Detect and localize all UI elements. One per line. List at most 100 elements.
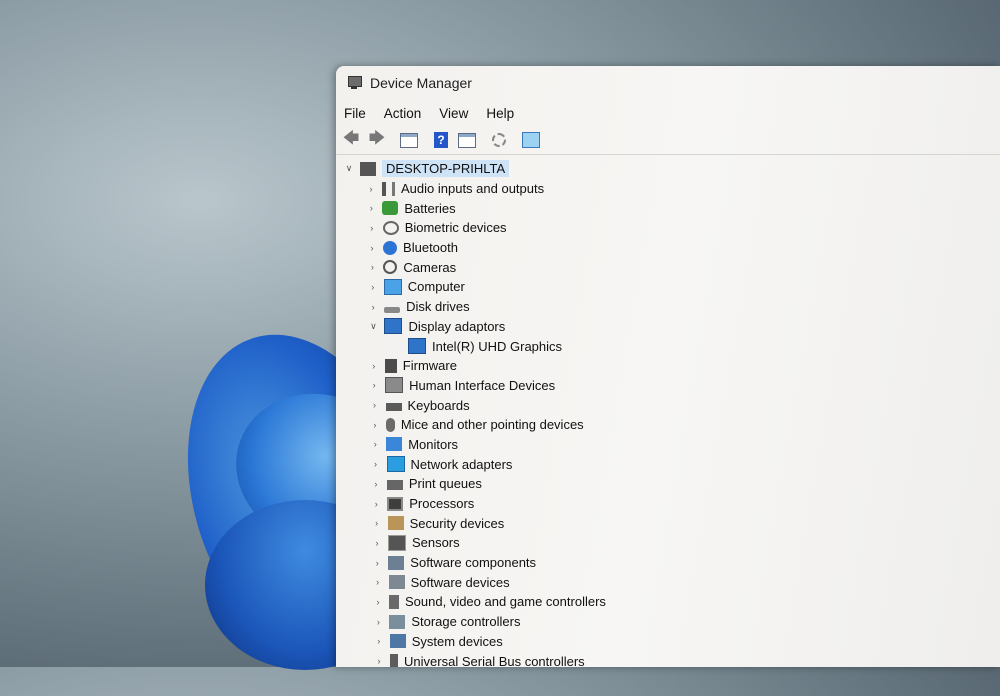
chevron-right-icon[interactable]: ›	[371, 479, 381, 489]
tree-category[interactable]: › Universal Serial Bus controllers	[336, 651, 1000, 667]
tree-category[interactable]: › Software devices	[336, 572, 1000, 592]
tree-category[interactable]: › Disk drives	[336, 297, 1000, 317]
chevron-right-icon[interactable]: ›	[368, 302, 378, 312]
tree-category[interactable]: › Sound, video and game controllers	[336, 592, 1000, 612]
chevron-right-icon[interactable]: ›	[366, 184, 376, 194]
tree-category[interactable]: › Mice and other pointing devices	[336, 415, 1000, 435]
chevron-right-icon[interactable]: ›	[369, 380, 379, 390]
help-button[interactable]: ?	[430, 130, 452, 150]
back-arrow-icon[interactable]: 🡄	[340, 130, 362, 150]
tree-category[interactable]: › Software components	[336, 553, 1000, 573]
fingerprint-icon	[382, 220, 399, 235]
speaker-icon	[382, 181, 395, 196]
software-device-icon	[388, 575, 405, 590]
menu-bar: File Action View Help	[336, 100, 1000, 126]
camera-icon	[383, 260, 398, 275]
tree-category[interactable]: › Firmware	[336, 356, 1000, 376]
scan-hardware-button[interactable]	[488, 130, 510, 150]
menu-help[interactable]: Help	[486, 106, 514, 121]
chevron-right-icon[interactable]: ›	[374, 656, 384, 666]
chevron-right-icon[interactable]: ›	[372, 558, 382, 568]
chevron-right-icon[interactable]: ›	[370, 420, 380, 430]
monitor-icon	[522, 132, 540, 148]
category-label: Disk drives	[406, 299, 470, 315]
chevron-right-icon[interactable]: ›	[372, 518, 382, 528]
category-label: Sensors	[411, 535, 460, 551]
sound-icon	[389, 594, 399, 609]
tree-category[interactable]: ∨ Display adaptors	[336, 317, 1000, 337]
root-label: DESKTOP-PRIHLTA	[382, 160, 510, 178]
firmware-icon	[384, 358, 397, 373]
chevron-right-icon[interactable]: ›	[370, 439, 380, 449]
window-title: Device Manager	[370, 75, 472, 91]
tree-category[interactable]: › Print queues	[336, 474, 1000, 494]
bluetooth-icon	[383, 240, 398, 255]
chevron-right-icon[interactable]: ›	[366, 203, 376, 213]
tree-category[interactable]: › Cameras	[336, 257, 1000, 277]
system-icon	[389, 634, 406, 649]
display-adapter-icon	[384, 318, 403, 335]
category-label: Human Interface Devices	[409, 377, 556, 393]
properties-button[interactable]	[398, 130, 420, 150]
tree-category[interactable]: › System devices	[336, 632, 1000, 652]
chevron-right-icon[interactable]: ›	[371, 459, 381, 469]
usb-icon	[390, 654, 399, 667]
chevron-right-icon[interactable]: ›	[367, 243, 377, 253]
update-driver-icon	[458, 132, 476, 148]
computer-icon	[360, 161, 376, 176]
update-driver-button[interactable]	[456, 130, 478, 150]
chevron-down-icon[interactable]: ∨	[344, 163, 354, 174]
chevron-right-icon[interactable]: ›	[373, 617, 383, 627]
category-label: Mice and other pointing devices	[400, 417, 584, 433]
chevron-right-icon[interactable]: ›	[371, 499, 381, 509]
tree-category[interactable]: › Storage controllers	[336, 612, 1000, 632]
tree-category[interactable]: › Audio inputs and outputs	[336, 179, 1000, 199]
tree-category[interactable]: › Network adapters	[336, 454, 1000, 474]
processor-icon	[387, 496, 404, 511]
tree-category[interactable]: › Computer	[336, 277, 1000, 297]
chevron-right-icon[interactable]: ›	[373, 597, 383, 607]
tree-category[interactable]: › Keyboards	[336, 395, 1000, 415]
menu-action[interactable]: Action	[384, 106, 422, 121]
tree-category[interactable]: › Sensors	[336, 533, 1000, 553]
menu-view[interactable]: View	[439, 106, 468, 121]
chevron-right-icon[interactable]: ›	[373, 577, 383, 587]
chevron-right-icon[interactable]: ›	[369, 361, 379, 371]
tree-category[interactable]: › Human Interface Devices	[336, 376, 1000, 396]
gear-icon	[492, 133, 506, 147]
category-label: Bluetooth	[403, 240, 458, 256]
category-label: Firmware	[402, 358, 457, 374]
chevron-down-icon[interactable]: ∨	[368, 321, 378, 332]
properties-icon	[400, 132, 418, 148]
chevron-right-icon[interactable]: ›	[372, 538, 382, 548]
tree-category[interactable]: › Security devices	[336, 513, 1000, 533]
device-manager-icon	[346, 75, 362, 91]
chevron-right-icon[interactable]: ›	[367, 262, 377, 272]
chevron-right-icon[interactable]: ›	[367, 223, 377, 233]
menu-file[interactable]: File	[344, 106, 366, 121]
category-label: Monitors	[408, 436, 459, 452]
tree-category[interactable]: › Biometric devices	[336, 218, 1000, 238]
chevron-right-icon[interactable]: ›	[368, 282, 378, 292]
tree-category[interactable]: › Batteries	[336, 198, 1000, 218]
software-component-icon	[388, 555, 405, 570]
network-icon	[386, 456, 405, 473]
chevron-right-icon[interactable]: ›	[370, 400, 380, 410]
category-label: Software components	[410, 555, 537, 571]
tree-category[interactable]: › Processors	[336, 494, 1000, 514]
chevron-right-icon[interactable]: ›	[374, 636, 384, 646]
storage-icon	[389, 614, 406, 629]
security-icon	[387, 516, 404, 531]
title-bar[interactable]: Device Manager	[336, 66, 1000, 100]
tree-category[interactable]: › Bluetooth	[336, 238, 1000, 258]
category-label: Universal Serial Bus controllers	[404, 653, 585, 667]
tree-category[interactable]: › Monitors	[336, 435, 1000, 455]
category-label: Processors	[409, 496, 475, 512]
tree-root[interactable]: ∨ DESKTOP-PRIHLTA	[336, 159, 1000, 179]
category-label: Security devices	[409, 515, 505, 531]
monitor-button[interactable]	[520, 130, 542, 150]
tree-device[interactable]: Intel(R) UHD Graphics	[336, 336, 1000, 356]
category-label: Batteries	[404, 200, 456, 216]
forward-arrow-icon[interactable]: 🡆	[366, 130, 388, 150]
category-label: Cameras	[403, 259, 457, 275]
